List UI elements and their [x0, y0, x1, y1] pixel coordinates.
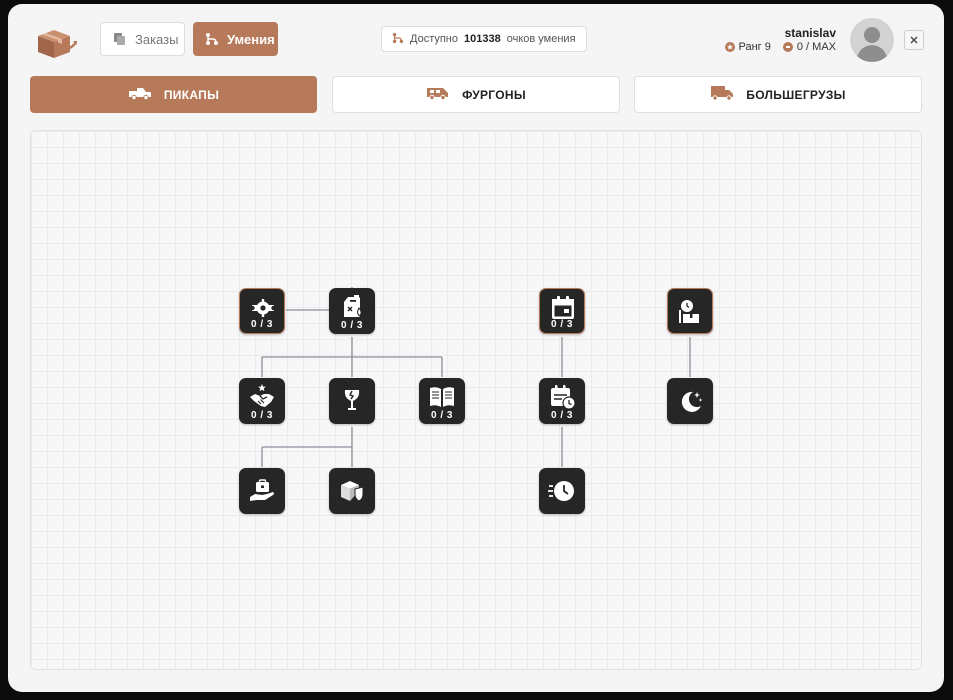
package-shield-icon	[341, 481, 364, 502]
skill-node[interactable]: 0 / 3	[239, 378, 285, 424]
skill-tree-icon	[392, 32, 404, 47]
calendar-clock-icon	[551, 385, 576, 410]
skill-counter: 0 / 3	[431, 410, 453, 421]
skills-label: Умения	[227, 31, 275, 47]
user-stats: Ранг 9 0 / MAX	[724, 41, 836, 53]
handshake-star-icon	[250, 384, 274, 407]
points-suffix: очков умения	[506, 33, 576, 45]
user-name: stanislav	[784, 26, 836, 40]
tab-label: ФУРГОНЫ	[462, 87, 526, 102]
skill-node[interactable]	[329, 378, 375, 424]
fragile-glass-icon	[344, 390, 360, 410]
skill-points-badge: Доступно 101338 очков умения	[381, 26, 587, 52]
skill-counter: 0 / 3	[251, 410, 273, 421]
skills-window: Заказы Умения Доступно 101338 очков умен…	[8, 4, 944, 692]
skill-node[interactable]	[539, 468, 585, 514]
skill-counter: 0 / 3	[551, 410, 573, 421]
skill-counter: 0 / 3	[341, 320, 363, 331]
fuel-canister-icon	[344, 295, 362, 317]
skill-tree-icon	[205, 32, 219, 46]
xp-stat: 0 / MAX	[782, 41, 836, 53]
moon-stars-icon	[681, 391, 703, 412]
skill-node[interactable]: 0 / 3	[419, 378, 465, 424]
close-button[interactable]	[904, 30, 924, 50]
skills-button[interactable]: Умения	[193, 22, 278, 56]
points-value: 101338	[464, 33, 501, 45]
lorry-icon	[710, 85, 734, 104]
skill-counter: 0 / 3	[251, 319, 273, 330]
skill-node[interactable]: 0 / 3	[329, 288, 375, 334]
skill-node[interactable]	[667, 378, 713, 424]
tab-vans[interactable]: ФУРГОНЫ	[332, 76, 620, 113]
gear-wrench-icon	[250, 299, 276, 317]
skill-node[interactable]: 0 / 3	[539, 378, 585, 424]
tab-label: ПИКАПЫ	[163, 87, 220, 102]
rank-label: Ранг 9	[738, 41, 771, 53]
skill-node[interactable]	[329, 468, 375, 514]
skill-node[interactable]: 0 / 3	[239, 288, 285, 334]
fast-clock-icon	[548, 481, 574, 501]
timer-box-icon	[679, 300, 699, 323]
skill-node[interactable]	[667, 288, 713, 334]
skill-node[interactable]	[239, 468, 285, 514]
copy-icon	[113, 32, 127, 46]
xp-label: 0 / MAX	[796, 41, 836, 53]
calendar-icon	[552, 296, 574, 319]
rank-stat: Ранг 9	[724, 41, 771, 53]
open-book-icon	[430, 387, 454, 407]
tab-label: БОЛЬШЕГРУЗЫ	[746, 87, 846, 102]
tab-pickups[interactable]: ПИКАПЫ	[30, 76, 317, 113]
star-icon	[724, 42, 735, 52]
points-prefix: Доступно	[410, 33, 459, 45]
pickup-truck-icon	[128, 86, 152, 103]
orders-button[interactable]: Заказы	[100, 22, 185, 56]
skill-counter: 0 / 3	[551, 319, 573, 330]
tab-trucks[interactable]: БОЛЬШЕГРУЗЫ	[634, 76, 922, 113]
skill-tree[interactable]: 0 / 3 0 / 3 0 / 3 0 / 3 0 / 3 0 / 3	[30, 130, 922, 670]
skill-links	[261, 287, 691, 467]
close-icon	[910, 36, 918, 44]
logo-icon	[32, 22, 78, 62]
hand-briefcase-icon	[250, 479, 274, 501]
skill-node[interactable]: 0 / 3	[539, 288, 585, 334]
orders-label: Заказы	[135, 31, 179, 47]
avatar[interactable]	[850, 18, 894, 62]
xp-icon	[782, 42, 793, 52]
van-icon	[426, 86, 450, 103]
